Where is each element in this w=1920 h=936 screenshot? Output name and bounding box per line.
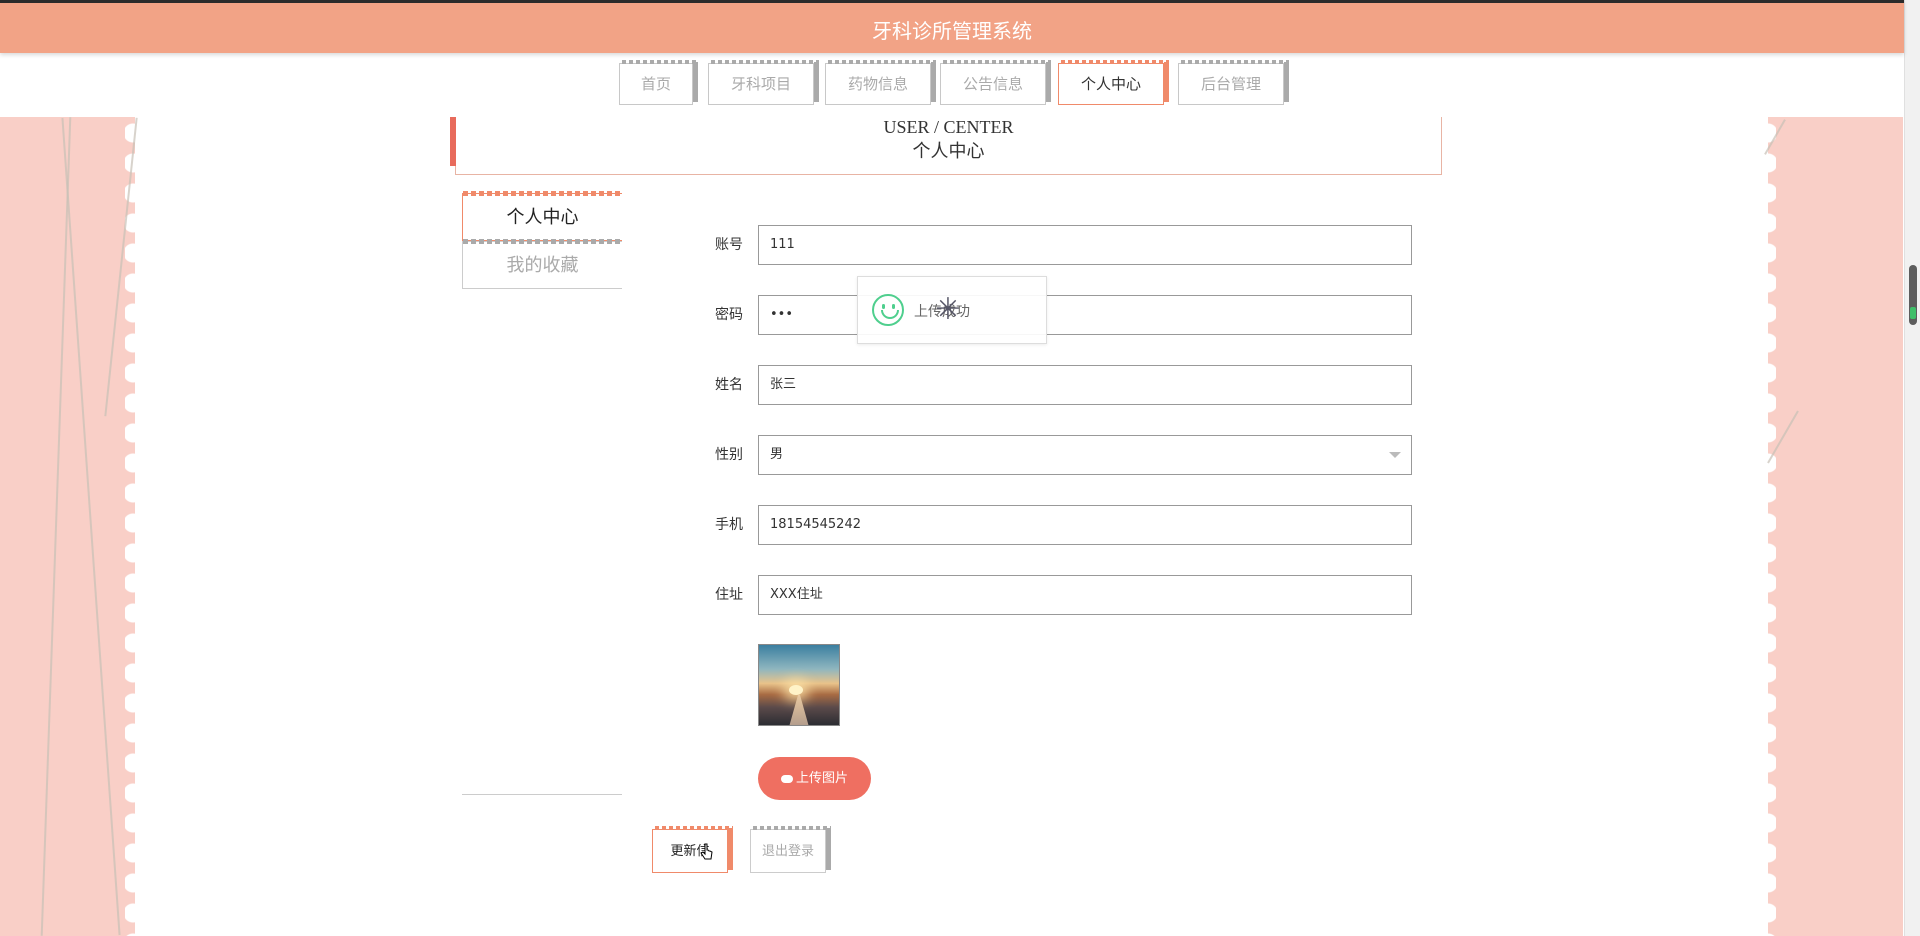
- phone-input[interactable]: 18154545242: [758, 505, 1412, 545]
- account-row: 账号 111: [715, 225, 1415, 265]
- account-label: 账号: [715, 237, 743, 253]
- gender-row: 性别 男: [715, 435, 1415, 475]
- app-title: 牙科诊所管理系统: [872, 19, 1032, 43]
- scrollbar-thumb[interactable]: [1909, 265, 1917, 325]
- name-label: 姓名: [715, 377, 743, 393]
- success-toast: 上传成功 ✳: [857, 276, 1047, 344]
- page-heading-cn: 个人中心: [912, 141, 985, 162]
- loading-spinner-icon: ✳: [935, 292, 961, 327]
- smile-icon: [872, 294, 904, 326]
- avatar-image: [758, 644, 840, 726]
- password-row: 密码 •••: [715, 295, 1415, 335]
- cloud-upload-icon: [780, 774, 793, 783]
- side-item-personal-center[interactable]: 个人中心: [462, 191, 622, 241]
- gender-select[interactable]: 男: [758, 435, 1412, 475]
- page-scrollbar[interactable]: [1904, 0, 1920, 936]
- nav-personal-center[interactable]: 个人中心: [1058, 60, 1169, 105]
- address-label: 住址: [715, 587, 743, 603]
- upload-image-button[interactable]: 上传图片: [758, 757, 871, 800]
- nav-home[interactable]: 首页: [619, 60, 698, 105]
- logout-button[interactable]: 退出登录: [750, 826, 831, 873]
- password-label: 密码: [715, 307, 743, 323]
- main-nav: 首页 牙科项目 药物信息 公告信息 个人中心 后台管理: [0, 53, 1904, 117]
- side-menu-divider: [462, 794, 622, 795]
- address-row: 住址 XXX住址: [715, 575, 1415, 615]
- phone-label: 手机: [715, 517, 743, 533]
- name-row: 姓名 张三: [715, 365, 1415, 405]
- phone-row: 手机 18154545242: [715, 505, 1415, 545]
- account-input[interactable]: 111: [758, 225, 1412, 265]
- gender-label: 性别: [715, 447, 743, 463]
- right-decor-panel: [1760, 117, 1903, 936]
- nav-admin[interactable]: 后台管理: [1178, 60, 1289, 105]
- chevron-down-icon: [1389, 452, 1401, 458]
- gender-value: 男: [770, 447, 784, 462]
- page-heading-en: USER / CENTER: [883, 117, 1014, 137]
- app-header: 牙科诊所管理系统: [0, 0, 1904, 53]
- address-input[interactable]: XXX住址: [758, 575, 1412, 615]
- side-item-favorites[interactable]: 我的收藏: [462, 239, 622, 289]
- side-menu: 个人中心 我的收藏: [462, 191, 622, 289]
- left-decor-panel: [0, 117, 141, 936]
- hand-cursor-icon: [700, 843, 713, 860]
- name-input[interactable]: 张三: [758, 365, 1412, 405]
- page-heading: USER / CENTER 个人中心: [450, 117, 1442, 175]
- update-info-button[interactable]: 更新信: [652, 826, 733, 873]
- heading-accent-bar: [450, 117, 456, 166]
- nav-dental-projects[interactable]: 牙科项目: [708, 60, 819, 105]
- nav-medicine-info[interactable]: 药物信息: [825, 60, 936, 105]
- nav-announcements[interactable]: 公告信息: [940, 60, 1051, 105]
- upload-image-label: 上传图片: [795, 771, 848, 786]
